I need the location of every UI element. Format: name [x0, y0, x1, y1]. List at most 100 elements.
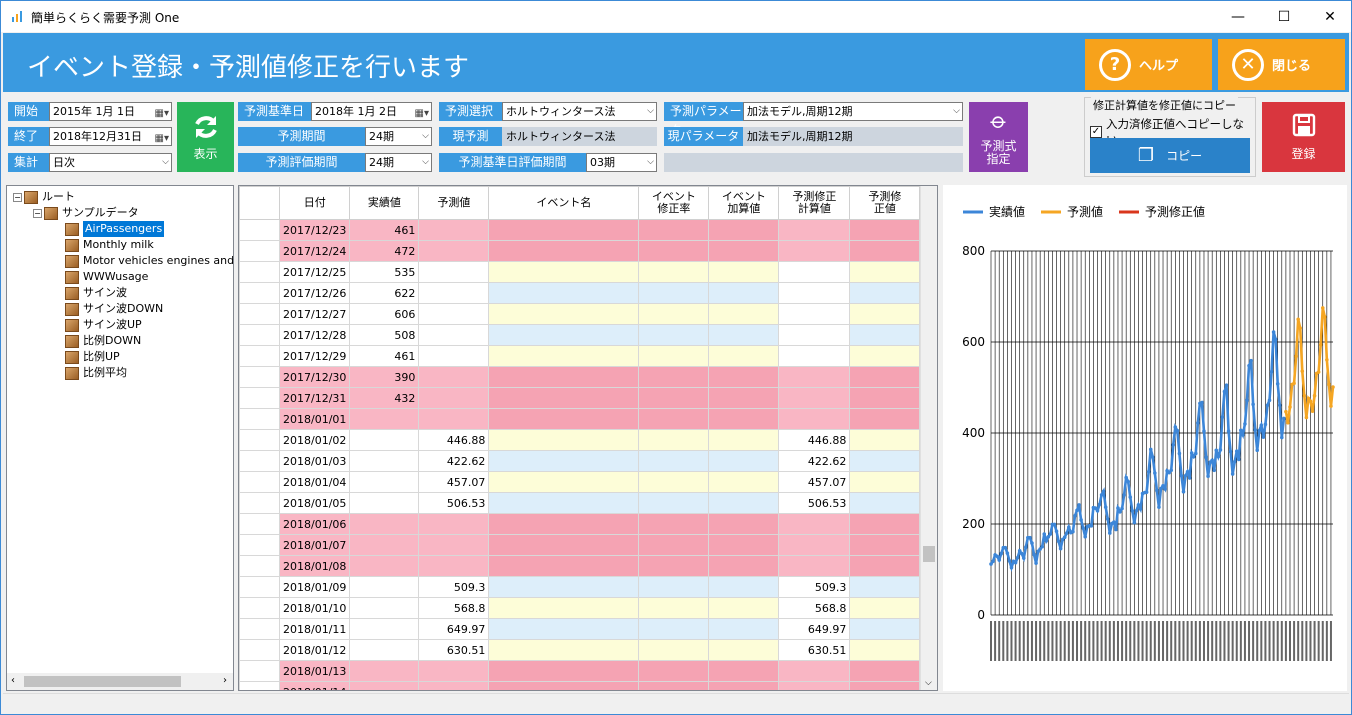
collapse-icon[interactable]: − — [33, 208, 42, 218]
date-cell[interactable]: 2018/01/02 — [278, 429, 351, 451]
calendar-icon[interactable]: ▦▾ — [155, 130, 169, 145]
calc-cell[interactable]: 422.62 — [778, 450, 851, 472]
corrected-cell[interactable] — [849, 534, 921, 556]
grid-vertical-scrollbar[interactable]: ⌵ — [920, 186, 937, 690]
no-copy-checkbox[interactable]: ✓ — [1090, 126, 1102, 138]
actual-cell[interactable]: 472 — [349, 240, 420, 262]
event-add-cell[interactable] — [708, 450, 780, 472]
corrected-cell[interactable] — [849, 219, 921, 241]
table-row[interactable]: 2018/01/13 — [239, 660, 921, 682]
date-cell[interactable]: 2018/01/07 — [278, 534, 351, 556]
row-header[interactable] — [239, 408, 280, 430]
event-name-cell[interactable] — [488, 450, 640, 472]
row-header[interactable] — [239, 513, 280, 535]
row-header[interactable] — [239, 345, 280, 367]
corrected-cell[interactable] — [849, 618, 921, 640]
date-cell[interactable]: 2017/12/24 — [278, 240, 351, 262]
tree-item[interactable]: Motor vehicles engines and p — [65, 253, 233, 269]
formula-button[interactable]: ⌀ 予測式 指定 — [969, 102, 1028, 172]
corrected-cell[interactable] — [849, 324, 921, 346]
forecast-cell[interactable] — [418, 219, 490, 241]
row-header[interactable] — [239, 282, 280, 304]
forecast-cell[interactable] — [418, 408, 490, 430]
actual-cell[interactable] — [349, 513, 420, 535]
data-grid[interactable]: 日付 実績値 予測値 イベント名 イベント 修正率 イベント 加算値 予測修正 計算値 予測修 正値 … — [238, 185, 938, 691]
actual-cell[interactable] — [349, 639, 420, 661]
tree-item[interactable]: 比例DOWN — [65, 333, 141, 349]
event-add-cell[interactable] — [708, 303, 780, 325]
event-rate-cell[interactable] — [638, 513, 710, 535]
corrected-cell[interactable] — [849, 429, 921, 451]
calc-cell[interactable] — [778, 387, 851, 409]
actual-cell[interactable] — [349, 618, 420, 640]
forecast-cell[interactable] — [418, 324, 490, 346]
event-name-cell[interactable] — [488, 219, 640, 241]
date-cell[interactable]: 2018/01/12 — [278, 639, 351, 661]
corrected-cell[interactable] — [849, 492, 921, 514]
calc-cell[interactable] — [778, 240, 851, 262]
calc-cell[interactable] — [778, 261, 851, 283]
event-rate-cell[interactable] — [638, 261, 710, 283]
forecast-cell[interactable] — [418, 555, 490, 577]
forecast-cell[interactable] — [418, 240, 490, 262]
date-cell[interactable]: 2017/12/27 — [278, 303, 351, 325]
calc-cell[interactable] — [778, 366, 851, 388]
forecast-cell[interactable] — [418, 261, 490, 283]
close-button[interactable]: ✕ 閉じる — [1218, 39, 1345, 90]
row-header[interactable] — [239, 534, 280, 556]
collapse-icon[interactable]: − — [13, 192, 22, 202]
event-rate-cell[interactable] — [638, 387, 710, 409]
minimize-button[interactable]: — — [1215, 1, 1261, 32]
row-header[interactable] — [239, 429, 280, 451]
event-rate-cell[interactable] — [638, 345, 710, 367]
table-row[interactable]: 2017/12/26 622 — [239, 282, 921, 304]
calc-cell[interactable]: 446.88 — [778, 429, 851, 451]
event-rate-cell[interactable] — [638, 324, 710, 346]
table-row[interactable]: 2017/12/29 461 — [239, 345, 921, 367]
corrected-cell[interactable] — [849, 261, 921, 283]
actual-cell[interactable] — [349, 555, 420, 577]
event-name-cell[interactable] — [488, 513, 640, 535]
date-cell[interactable]: 2017/12/23 — [278, 219, 351, 241]
event-rate-cell[interactable] — [638, 555, 710, 577]
event-name-cell[interactable] — [488, 471, 640, 493]
actual-cell[interactable]: 606 — [349, 303, 420, 325]
event-name-cell[interactable] — [488, 261, 640, 283]
table-row[interactable]: 2018/01/11 649.97 649.97 — [239, 618, 921, 640]
aggregate-select[interactable]: 日次 ⌵ — [49, 153, 172, 172]
scroll-right-icon[interactable]: › — [223, 675, 227, 686]
column-header[interactable]: 予測修正 計算値 — [778, 186, 851, 220]
event-add-cell[interactable] — [708, 639, 780, 661]
table-row[interactable]: 2017/12/31 432 — [239, 387, 921, 409]
row-header[interactable] — [239, 492, 280, 514]
actual-cell[interactable]: 535 — [349, 261, 420, 283]
event-rate-cell[interactable] — [638, 534, 710, 556]
calc-cell[interactable] — [778, 555, 851, 577]
date-cell[interactable]: 2017/12/26 — [278, 282, 351, 304]
forecast-cell[interactable]: 506.53 — [418, 492, 490, 514]
date-cell[interactable]: 2018/01/13 — [278, 660, 351, 682]
actual-cell[interactable]: 432 — [349, 387, 420, 409]
corrected-cell[interactable] — [849, 282, 921, 304]
corrected-cell[interactable] — [849, 408, 921, 430]
forecast-cell[interactable] — [418, 681, 490, 690]
forecast-cell[interactable] — [418, 366, 490, 388]
table-row[interactable]: 2018/01/02 446.88 446.88 — [239, 429, 921, 451]
forecast-method-select[interactable]: ホルトウィンタース法 ⌵ — [502, 102, 657, 121]
tree-item[interactable]: AirPassengers — [65, 221, 165, 237]
column-header[interactable]: イベント 加算値 — [708, 186, 780, 220]
tree-item[interactable]: 比例UP — [65, 349, 120, 365]
forecast-cell[interactable] — [418, 534, 490, 556]
date-cell[interactable]: 2018/01/04 — [278, 471, 351, 493]
calc-cell[interactable]: 506.53 — [778, 492, 851, 514]
event-rate-cell[interactable] — [638, 450, 710, 472]
event-add-cell[interactable] — [708, 408, 780, 430]
actual-cell[interactable] — [349, 408, 420, 430]
base-date-picker[interactable]: 2018年 1月 2日 ▦▾ — [311, 102, 432, 121]
calc-cell[interactable] — [778, 660, 851, 682]
scroll-thumb[interactable] — [923, 546, 935, 562]
date-cell[interactable]: 2018/01/08 — [278, 555, 351, 577]
event-rate-cell[interactable] — [638, 639, 710, 661]
event-add-cell[interactable] — [708, 618, 780, 640]
calc-cell[interactable] — [778, 534, 851, 556]
